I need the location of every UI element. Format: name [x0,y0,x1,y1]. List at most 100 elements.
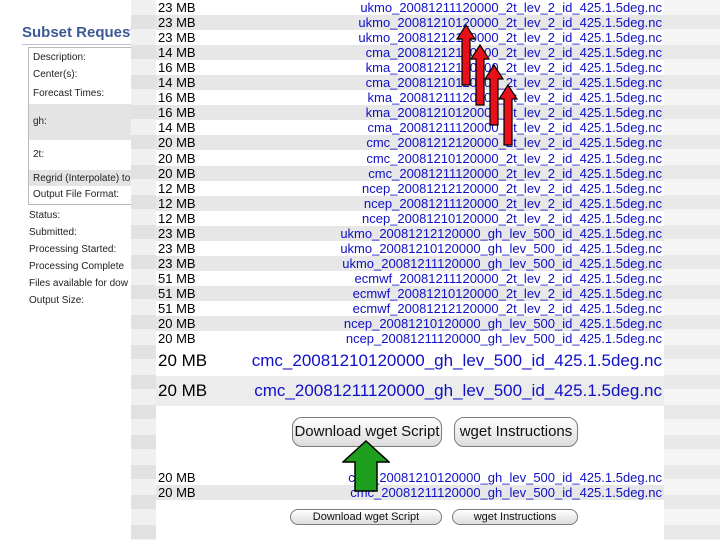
file-link[interactable]: cmc_20081211120000_gh_lev_500_id_425.1.5… [282,485,662,500]
file-size: 12 MB [158,180,196,196]
row-stripe [131,45,156,59]
download-wget-script-button-small[interactable]: Download wget Script [290,509,442,525]
row-stripe [664,495,720,509]
file-row: 14 MB cma_20081211120000_2t_lev_2_id_425.… [156,120,664,135]
wget-instructions-button[interactable]: wget Instructions [454,417,578,447]
file-link[interactable]: ecmwf_20081210120000_2t_lev_2_id_425.1.5… [282,286,662,301]
file-row: 12 MB ncep_20081211120000_2t_lev_2_id_425… [156,195,664,211]
files-available-label: Files available for dow [29,278,128,289]
file-size: 23 MB [158,225,196,241]
file-link[interactable]: ukmo_20081211120000_gh_lev_500_id_425.1.… [282,256,662,271]
file-size: 14 MB [158,120,196,136]
file-link[interactable]: ncep_20081211120000_2t_lev_2_id_425.1.5d… [282,196,662,211]
file-row: 23 MB ukmo_20081212120000_gh_lev_500_id_4… [156,225,664,241]
file-link[interactable]: cmc_20081210120000_gh_lev_500_id_425.1.5… [242,350,662,372]
right-edge-background [664,0,720,540]
file-size: 20 MB [158,485,196,500]
details-row: Regrid (Interpolate) to [29,170,137,186]
file-row: 20 MB ncep_20081210120000_gh_lev_500_id_4… [156,316,664,332]
file-row: 23 MB ukmo_20081212120000_2t_lev_2_id_425… [156,30,664,45]
file-row: 23 MB ukmo_20081210120000_gh_lev_500_id_4… [156,241,664,256]
file-link[interactable]: ukmo_20081210120000_gh_lev_500_id_425.1.… [282,241,662,256]
row-stripe [664,225,720,239]
wget-instructions-button-small[interactable]: wget Instructions [452,509,578,525]
file-size: 51 MB [158,285,196,301]
file-link[interactable]: cma_20081211120000_2t_lev_2_id_425.1.5de… [282,120,662,135]
file-link[interactable]: cmc_20081210120000_2t_lev_2_id_425.1.5de… [282,151,662,166]
file-row: 14 MB cma_20081210120000_2t_lev_2_id_425.… [156,75,664,91]
file-row: 20 MB cmc_20081211120000_2t_lev_2_id_425.… [156,165,664,181]
file-row: 20 MB ncep_20081211120000_gh_lev_500_id_4… [156,331,664,346]
row-stripe [131,105,156,119]
file-row: 12 MB ncep_20081210120000_2t_lev_2_id_425… [156,211,664,226]
row-stripe [131,435,156,449]
file-row: 20 MB cmc_20081210120000_2t_lev_2_id_425.… [156,151,664,166]
row-stripe [131,405,156,419]
row-stripe [131,525,156,539]
file-size: 23 MB [158,0,196,15]
file-row: 16 MB kma_20081212120000_2t_lev_2_id_425.… [156,60,664,75]
file-link[interactable]: ncep_20081210120000_2t_lev_2_id_425.1.5d… [282,211,662,226]
details-label-output-format: Output File Format: [33,189,120,200]
file-list-panel: 23 MB ukmo_20081211120000_2t_lev_2_id_425… [156,0,664,540]
file-size: 20 MB [158,150,196,166]
file-size: 20 MB [158,316,196,332]
file-size: 20 MB [158,135,196,151]
details-label-description: Description: [33,52,86,63]
file-size: 23 MB [158,255,196,271]
details-label-regrid: Regrid (Interpolate) to [33,173,131,184]
file-row: 12 MB ncep_20081212120000_2t_lev_2_id_425… [156,181,664,196]
file-size: 20 MB [158,470,196,485]
file-link[interactable]: ncep_20081211120000_gh_lev_500_id_425.1.… [282,331,662,346]
details-row: gh: [29,104,137,140]
request-details-box: Description: Center(s): Forecast Times: … [28,47,138,205]
row-stripe [664,75,720,89]
file-row: 23 MB ukmo_20081211120000_2t_lev_2_id_425… [156,0,664,15]
details-label-gh: gh: [33,116,47,127]
row-stripe [664,315,720,329]
output-size-label: Output Size: [29,295,85,306]
details-label-centers: Center(s): [33,69,78,80]
file-row: 14 MB cma_20081212120000_2t_lev_2_id_425.… [156,45,664,61]
zoomed-file-row: 20 MB cmc_20081211120000_gh_lev_500_id_4… [156,376,664,406]
file-size: 16 MB [158,60,196,76]
processing-complete-label: Processing Complete [29,261,125,272]
file-size: 16 MB [158,90,196,106]
row-stripe [131,345,156,359]
file-size: 14 MB [158,75,196,91]
row-stripe [131,255,156,269]
file-link[interactable]: ecmwf_20081211120000_2t_lev_2_id_425.1.5… [282,271,662,286]
details-row: Description: [29,48,137,66]
row-stripe [664,525,720,539]
file-size: 23 MB [158,30,196,46]
file-link[interactable]: ncep_20081210120000_gh_lev_500_id_425.1.… [282,316,662,331]
row-stripe [131,15,156,29]
file-link[interactable]: kma_20081210120000_2t_lev_2_id_425.1.5de… [282,105,662,120]
file-link[interactable]: cmc_20081210120000_gh_lev_500_id_425.1.5… [282,470,662,485]
row-stripe [664,345,720,359]
row-stripe [664,45,720,59]
file-link[interactable]: ncep_20081212120000_2t_lev_2_id_425.1.5d… [282,181,662,196]
file-size: 16 MB [158,105,196,121]
file-link[interactable]: ecmwf_20081212120000_2t_lev_2_id_425.1.5… [282,301,662,316]
file-row: 16 MB kma_20081210120000_2t_lev_2_id_425.… [156,105,664,121]
file-row: 23 MB ukmo_20081210120000_2t_lev_2_id_425… [156,15,664,31]
row-stripe [131,75,156,89]
details-row: Forecast Times: [29,82,137,104]
details-label-2t: 2t: [33,149,45,160]
row-stripe [664,285,720,299]
file-link[interactable]: cmc_20081212120000_2t_lev_2_id_425.1.5de… [282,135,662,150]
row-stripe [664,195,720,209]
row-stripe [131,195,156,209]
row-stripe [131,375,156,389]
red-arrow-icon [498,84,518,146]
zoomed-file-row: 20 MB cmc_20081210120000_gh_lev_500_id_4… [156,346,664,376]
file-size: 12 MB [158,195,196,211]
file-size: 51 MB [158,301,196,316]
details-row: Output File Format: [29,186,137,204]
file-link[interactable]: ukmo_20081211120000_2t_lev_2_id_425.1.5d… [282,0,662,15]
file-link[interactable]: cmc_20081211120000_2t_lev_2_id_425.1.5de… [282,166,662,181]
file-link[interactable]: cmc_20081211120000_gh_lev_500_id_425.1.5… [242,380,662,402]
row-stripe [664,135,720,149]
file-link[interactable]: ukmo_20081212120000_gh_lev_500_id_425.1.… [282,226,662,241]
